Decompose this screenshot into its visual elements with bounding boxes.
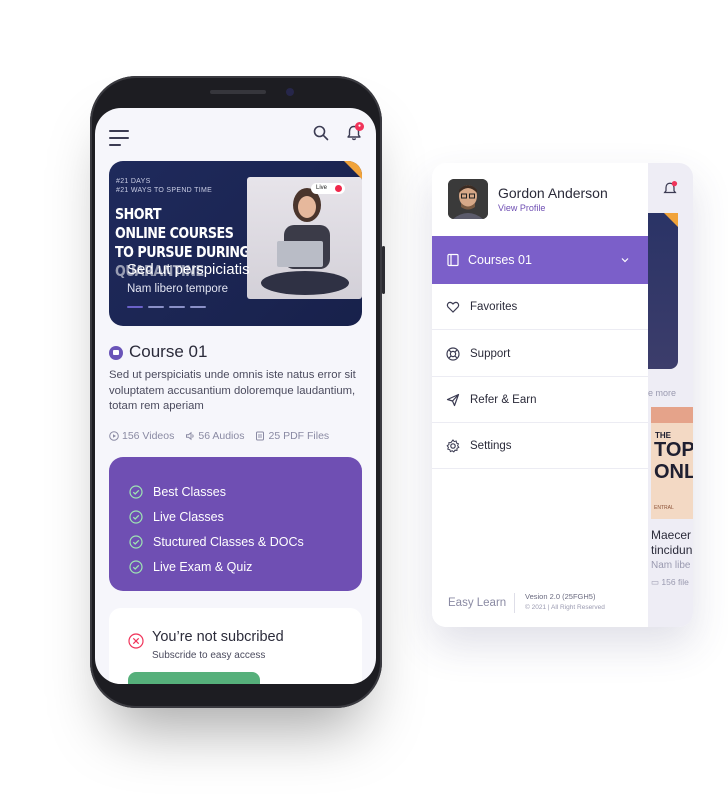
search-icon[interactable]	[313, 125, 329, 141]
notification-bell-icon[interactable]	[662, 181, 678, 197]
check-circle-icon	[129, 559, 143, 574]
play-icon	[109, 431, 119, 441]
chevron-down-icon	[621, 258, 629, 263]
banner-photo: Live	[247, 177, 362, 299]
live-dot-icon	[335, 185, 342, 192]
banner-subtitle: Nam libero tempore	[127, 283, 228, 295]
check-circle-icon	[129, 534, 143, 549]
check-circle-icon	[129, 509, 143, 524]
send-icon	[446, 393, 460, 406]
background-screen: e more THE TOP ONL ENTRAL Maecer tincidun…	[648, 163, 693, 627]
phone-screen: ● #21 DAYS #21 WAYS TO SPEND TIME SHORT …	[95, 108, 376, 684]
lock-icon	[109, 346, 123, 360]
stat-pdf: 25 PDF Files	[255, 430, 329, 442]
feature-item: Stuctured Classes & DOCs	[129, 529, 362, 554]
live-badge: Live	[311, 183, 345, 194]
feature-item: Best Classes	[129, 479, 362, 504]
brand-label: Easy Learn	[448, 597, 507, 609]
phone-speaker	[210, 90, 266, 94]
check-circle-icon	[129, 484, 143, 499]
lifebuoy-icon	[446, 346, 460, 361]
banner-tag: #21 DAYS	[116, 178, 151, 185]
drawer-screen: e more THE TOP ONL ENTRAL Maecer tincidun…	[432, 163, 693, 627]
copyright-label: © 2021 | All Right Reserved	[525, 604, 605, 611]
phone-side-button	[382, 246, 385, 294]
background-banner	[648, 213, 678, 369]
features-card: Best Classes Live Classes Stuctured Clas…	[109, 457, 362, 591]
subscribe-button[interactable]	[128, 672, 260, 684]
footer-divider	[514, 593, 515, 613]
phone-camera	[286, 88, 294, 96]
notification-bell-icon[interactable]: ●	[345, 122, 364, 142]
subscription-card: You’re not subcribed Subscride to easy a…	[109, 608, 362, 684]
feature-item: Live Classes	[129, 504, 362, 529]
notification-badge: ●	[355, 122, 364, 131]
card-title: tincidun	[651, 543, 693, 557]
subscription-heading: You’re not subcribed	[152, 629, 284, 645]
course-title: Course 01	[129, 342, 208, 361]
course-stats: 156 Videos 56 Audios 25 PDF Files	[109, 430, 329, 442]
card-subtitle: Nam libe	[651, 560, 691, 571]
stat-videos: 156 Videos	[109, 430, 174, 442]
heart-icon	[446, 301, 460, 313]
close-circle-icon	[128, 633, 144, 649]
profile-name: Gordon Anderson	[498, 185, 608, 201]
see-more-link[interactable]: e more	[648, 388, 676, 398]
nav-item-settings[interactable]: Settings	[432, 423, 648, 469]
gear-icon	[446, 438, 460, 453]
nav-item-favorites[interactable]: Favorites	[432, 284, 648, 330]
audio-icon	[186, 431, 194, 441]
view-profile-link[interactable]: View Profile	[498, 203, 545, 213]
nav-item-label: Courses 01	[468, 253, 532, 267]
nav-item-courses[interactable]: Courses 01	[432, 236, 648, 284]
banner-corner-ribbon	[344, 161, 362, 179]
hamburger-menu-icon[interactable]	[109, 130, 129, 146]
avatar[interactable]	[448, 179, 488, 219]
carousel-indicators[interactable]	[127, 306, 206, 308]
feature-item: Live Exam & Quiz	[129, 554, 362, 579]
phone-mockup: ● #21 DAYS #21 WAYS TO SPEND TIME SHORT …	[90, 76, 385, 708]
featured-banner[interactable]: #21 DAYS #21 WAYS TO SPEND TIME SHORT ON…	[109, 161, 362, 326]
pdf-icon	[256, 431, 265, 441]
book-icon	[447, 253, 459, 267]
promo-thumbnail: THE TOP ONL ENTRAL	[651, 407, 693, 519]
banner-tag: #21 WAYS TO SPEND TIME	[116, 187, 213, 194]
nav-item-support[interactable]: Support	[432, 331, 648, 377]
card-title: Maecer	[651, 528, 692, 542]
course-description: Sed ut perspiciatis unde omnis iste natu…	[109, 369, 356, 412]
stat-audios: 56 Audios	[185, 430, 244, 442]
nav-item-refer-earn[interactable]: Refer & Earn	[432, 377, 648, 423]
version-label: Vesion 2.0 (25FGH5)	[525, 592, 596, 601]
banner-title: Sed ut perspiciatis	[127, 261, 250, 278]
navigation-drawer: Gordon Anderson View Profile Courses 01 …	[432, 163, 648, 627]
subscription-text: Subscride to easy access	[152, 650, 266, 661]
card-files: ▭ 156 file	[651, 577, 689, 587]
